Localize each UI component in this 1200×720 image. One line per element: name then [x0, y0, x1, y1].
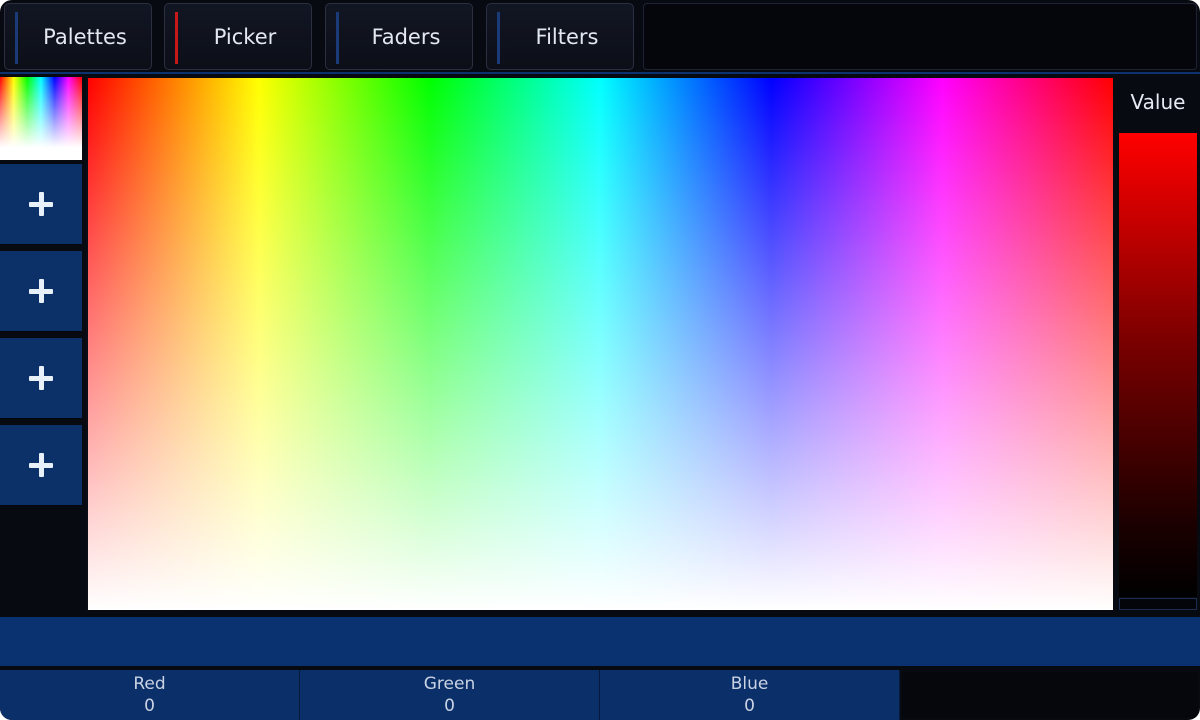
plus-icon: [29, 453, 53, 477]
hue-saturation-field[interactable]: [88, 78, 1113, 610]
add-color-button[interactable]: [0, 425, 82, 506]
tab-accent-bar-active: [175, 12, 178, 64]
red-readout[interactable]: Red 0: [0, 670, 300, 720]
color-preview-swatch[interactable]: [0, 77, 82, 160]
add-color-button[interactable]: [0, 164, 82, 245]
red-label: Red: [133, 674, 166, 694]
value-label: Value: [1130, 90, 1186, 114]
value-slider-handle-area[interactable]: [1119, 598, 1197, 610]
plus-icon: [29, 192, 53, 216]
add-color-button[interactable]: [0, 338, 82, 419]
color-picker-app: Palettes Picker Faders Filters Value Red…: [0, 0, 1200, 720]
status-bar: [0, 617, 1200, 666]
tab-accent-bar: [15, 12, 18, 64]
blue-value: 0: [744, 696, 755, 716]
blue-readout[interactable]: Blue 0: [600, 670, 900, 720]
green-label: Green: [423, 674, 476, 694]
tab-filters-label: Filters: [535, 24, 599, 49]
tab-faders-label: Faders: [371, 24, 441, 49]
red-value: 0: [144, 696, 155, 716]
tab-palettes[interactable]: Palettes: [4, 3, 152, 70]
green-readout[interactable]: Green 0: [300, 670, 600, 720]
tab-palettes-label: Palettes: [43, 24, 127, 49]
tab-picker-label: Picker: [213, 24, 277, 49]
plus-icon: [29, 366, 53, 390]
green-value: 0: [444, 696, 455, 716]
add-color-button[interactable]: [0, 251, 82, 332]
readout-empty-slot: [902, 672, 1198, 718]
tab-picker[interactable]: Picker: [164, 3, 312, 70]
value-slider[interactable]: [1119, 133, 1197, 597]
tab-accent-bar: [497, 12, 500, 64]
tab-accent-bar: [336, 12, 339, 64]
tab-faders[interactable]: Faders: [325, 3, 473, 70]
tab-bar-empty-area: [643, 3, 1197, 70]
plus-icon: [29, 279, 53, 303]
tab-bar-divider: [0, 72, 1200, 74]
blue-label: Blue: [730, 674, 769, 694]
tab-filters[interactable]: Filters: [486, 3, 634, 70]
